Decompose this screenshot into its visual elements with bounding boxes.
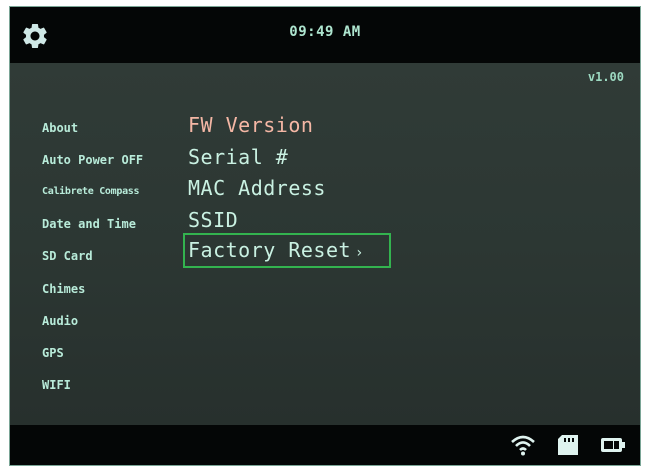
menu-item-audio[interactable]: Audio — [42, 314, 78, 328]
top-status-bar: 09:49 AM — [10, 7, 640, 63]
wifi-icon — [511, 435, 535, 456]
menu-item-sd-card[interactable]: SD Card — [42, 249, 93, 263]
chevron-right-icon: › — [355, 245, 364, 261]
sd-card-icon — [558, 435, 578, 455]
submenu-item-ssid[interactable]: SSID — [188, 208, 238, 232]
version-label: v1.00 — [587, 70, 624, 84]
device-screen: 09:49 AM v1.00 About Auto Power OFF Cali… — [9, 6, 641, 466]
submenu-item-factory-reset[interactable]: Factory Reset › — [188, 238, 364, 262]
submenu-item-mac-address[interactable]: MAC Address — [188, 176, 326, 200]
menu-item-wifi[interactable]: WIFI — [42, 378, 71, 392]
factory-reset-label: Factory Reset — [188, 238, 352, 262]
battery-icon — [601, 438, 625, 452]
settings-panel: v1.00 About Auto Power OFF Calibrete Com… — [10, 63, 640, 425]
menu-item-about[interactable]: About — [42, 121, 78, 135]
menu-item-auto-power-off[interactable]: Auto Power OFF — [42, 153, 143, 167]
menu-item-date-and-time[interactable]: Date and Time — [42, 217, 136, 231]
clock-time: 09:49 AM — [289, 24, 361, 40]
menu-item-calibrate-compass[interactable]: Calibrete Compass — [42, 186, 140, 197]
bottom-status-bar — [10, 425, 640, 465]
menu-item-gps[interactable]: GPS — [42, 346, 64, 360]
submenu-item-serial[interactable]: Serial # — [188, 145, 288, 169]
submenu-item-fw-version[interactable]: FW Version — [188, 113, 313, 137]
menu-item-chimes[interactable]: Chimes — [42, 282, 85, 296]
